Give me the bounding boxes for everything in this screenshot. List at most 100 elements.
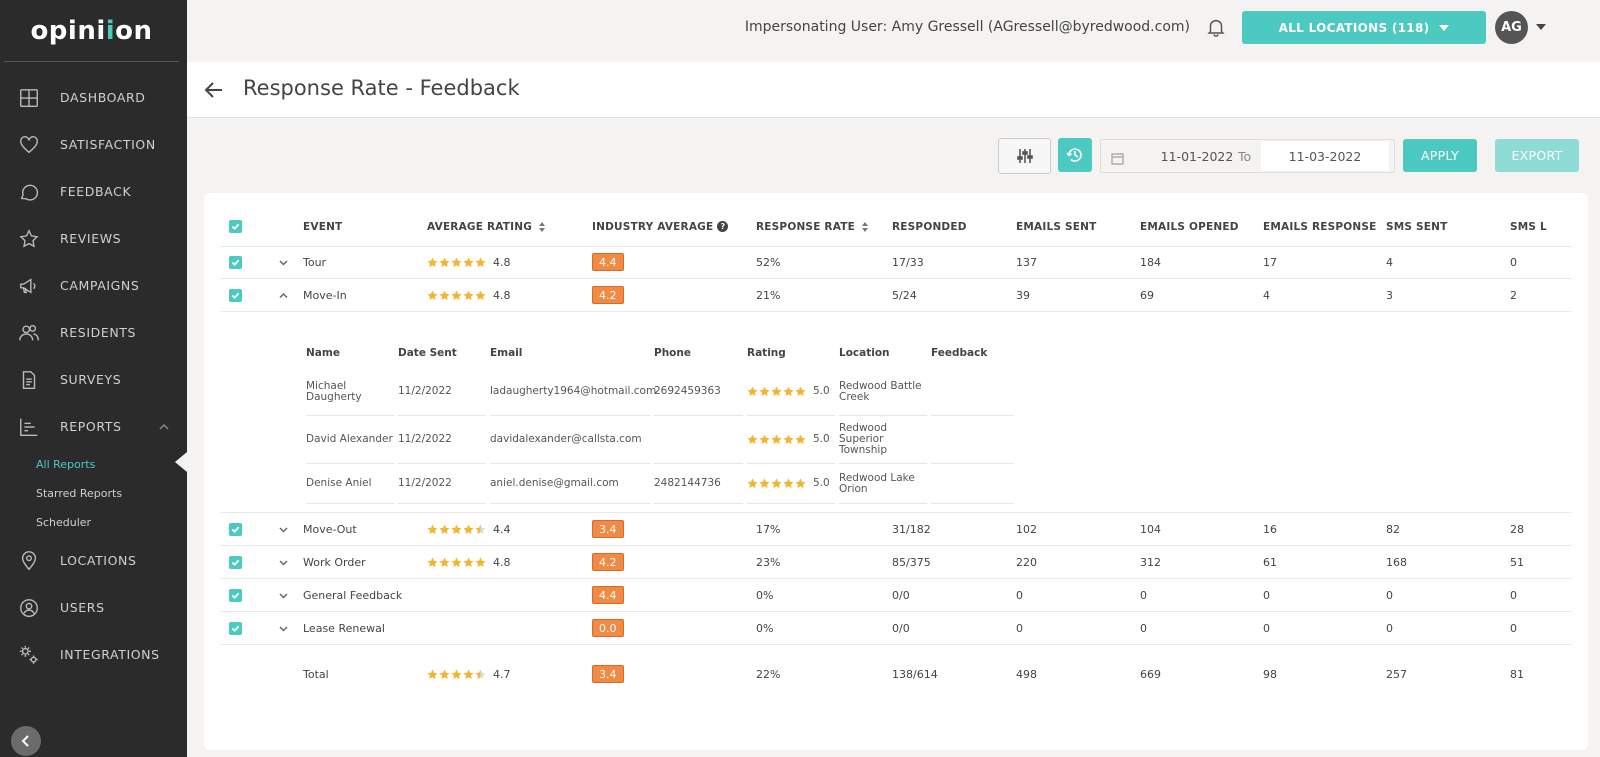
- history-button[interactable]: [1058, 138, 1092, 172]
- sidebar-item-label: REVIEWS: [60, 231, 122, 246]
- detail-header-location: Location: [839, 346, 890, 359]
- cell-emails-opened: 69: [1140, 288, 1154, 302]
- sidebar-subitem-scheduler[interactable]: Scheduler: [0, 508, 187, 537]
- column-header-responded: RESPONDED: [892, 220, 967, 233]
- document-icon: [22, 370, 36, 389]
- cell-emails-sent: 498: [1016, 667, 1037, 681]
- sidebar-item-feedback[interactable]: FEEDBACK: [0, 168, 187, 215]
- table-header: EVENT AVERAGE RATING INDUSTRY AVERAGE? RESP…: [220, 207, 1572, 247]
- sidebar-item-users[interactable]: USERS: [0, 584, 187, 631]
- sidebar-item-label: FEEDBACK: [60, 184, 132, 199]
- table-row: Tour 4.8 4.4 52% 17/33 137 184 17 4 0: [220, 246, 1572, 279]
- sidebar-item-reviews[interactable]: REVIEWS: [0, 215, 187, 262]
- sidebar-item-integrations[interactable]: INTEGRATIONS: [0, 631, 187, 678]
- detail-cell-location: Redwood Lake Orion: [839, 471, 915, 495]
- cell-emails-opened: 0: [1140, 588, 1147, 602]
- date-to-input[interactable]: 11-03-2022: [1261, 141, 1389, 171]
- cell-rate: 17%: [756, 522, 781, 536]
- star-rating: 4.8: [427, 289, 511, 302]
- back-button[interactable]: [203, 79, 225, 101]
- cell-emails-response: 98: [1263, 667, 1277, 681]
- rating-value: 4.8: [493, 288, 511, 302]
- filter-button[interactable]: [998, 138, 1051, 174]
- bell-icon: [1207, 19, 1225, 37]
- all-locations-button[interactable]: ALL LOCATIONS (118): [1242, 11, 1486, 44]
- cell-emails-sent: 39: [1016, 288, 1030, 302]
- column-header-avg-rating: AVERAGE RATING: [427, 207, 546, 246]
- star-rating: 5.0: [747, 386, 830, 397]
- sort-icon[interactable]: [861, 221, 869, 233]
- row-checkbox[interactable]: [229, 522, 242, 536]
- cell-event: Work Order: [303, 555, 366, 569]
- column-header-emails-sent: EMAILS SENT: [1016, 220, 1097, 233]
- rating-value: 5.0: [813, 385, 830, 397]
- sidebar-item-surveys[interactable]: SURVEYS: [0, 356, 187, 403]
- sidebar-item-locations[interactable]: LOCATIONS: [0, 537, 187, 584]
- cell-event: Move-In: [303, 288, 347, 302]
- user-menu-caret-icon[interactable]: [1536, 24, 1546, 30]
- info-icon[interactable]: ?: [717, 221, 729, 232]
- sidebar-item-label: DASHBOARD: [60, 90, 146, 105]
- detail-row: Denise Aniel 11/2/2022 aniel.denise@gmail.…: [306, 464, 1018, 504]
- row-checkbox[interactable]: [229, 555, 242, 569]
- row-checkbox[interactable]: [229, 588, 242, 602]
- detail-header-name: Name: [306, 346, 340, 359]
- cell-sms-l: 0: [1510, 621, 1517, 635]
- cell-sms-sent: 82: [1386, 522, 1400, 536]
- star-rating: 5.0: [747, 478, 830, 489]
- cell-emails-opened: 184: [1140, 255, 1161, 269]
- chevron-up-icon[interactable]: [278, 290, 289, 301]
- date-to-label: To: [1238, 149, 1252, 164]
- sidebar-subitem-starred-reports[interactable]: Starred Reports: [0, 479, 187, 508]
- notifications-button[interactable]: [1205, 16, 1227, 38]
- column-header-sms-sent: SMS SENT: [1386, 220, 1448, 233]
- cell-event: Total: [303, 667, 329, 681]
- cell-sms-l: 2: [1510, 288, 1517, 302]
- export-button[interactable]: EXPORT: [1495, 139, 1579, 172]
- sidebar-item-residents[interactable]: RESIDENTS: [0, 309, 187, 356]
- row-checkbox[interactable]: [229, 255, 242, 269]
- cell-rate: 0%: [756, 588, 774, 602]
- cell-sms-sent: 0: [1386, 588, 1393, 602]
- row-checkbox[interactable]: [229, 288, 242, 302]
- sort-icon[interactable]: [538, 221, 546, 233]
- date-range-picker: 11-01-2022 To 11-03-2022: [1100, 139, 1395, 173]
- chevron-down-icon[interactable]: [278, 524, 289, 535]
- chevron-down-icon[interactable]: [278, 623, 289, 634]
- sidebar-collapse-button[interactable]: [11, 726, 41, 756]
- sidebar-item-dashboard[interactable]: DASHBOARD: [0, 74, 187, 121]
- cell-responded: 138/614: [892, 667, 938, 681]
- sidebar-subitem-all-reports[interactable]: All Reports: [0, 450, 187, 479]
- cell-event: Lease Renewal: [303, 621, 385, 635]
- detail-header-date-sent: Date Sent: [398, 346, 457, 359]
- detail-cell-email: ladaugherty1964@hotmail.com: [490, 385, 657, 397]
- industry-average-badge: 3.4: [592, 665, 624, 683]
- star-rating: 4.8: [427, 256, 511, 269]
- user-circle-icon: [20, 598, 38, 617]
- industry-average-badge: 4.2: [592, 553, 624, 571]
- cell-emails-sent: 0: [1016, 621, 1023, 635]
- row-checkbox[interactable]: [229, 621, 242, 635]
- arrow-left-icon: [204, 82, 222, 98]
- sidebar-item-satisfaction[interactable]: SATISFACTION: [0, 121, 187, 168]
- sidebar-item-label: USERS: [60, 600, 105, 615]
- cell-emails-sent: 220: [1016, 555, 1037, 569]
- cell-emails-response: 4: [1263, 288, 1270, 302]
- apply-button[interactable]: APPLY: [1403, 139, 1477, 172]
- select-all-checkbox[interactable]: [229, 220, 242, 233]
- sidebar-item-campaigns[interactable]: CAMPAIGNS: [0, 262, 187, 309]
- sidebar-item-reports[interactable]: REPORTS: [0, 403, 187, 450]
- logo[interactable]: opiniion: [4, 0, 179, 62]
- chevron-up-icon[interactable]: [159, 422, 169, 432]
- chevron-down-icon[interactable]: [278, 257, 289, 268]
- cell-responded: 17/33: [892, 255, 924, 269]
- industry-average-badge: 0.0: [592, 619, 624, 637]
- chevron-down-icon[interactable]: [278, 557, 289, 568]
- star-rating: 5.0: [747, 434, 830, 445]
- avatar[interactable]: AG: [1495, 11, 1528, 44]
- report-card: EVENT AVERAGE RATING INDUSTRY AVERAGE? RESP…: [204, 193, 1588, 750]
- cell-sms-l: 0: [1510, 588, 1517, 602]
- cell-emails-sent: 102: [1016, 522, 1037, 536]
- chevron-down-icon[interactable]: [278, 590, 289, 601]
- cell-emails-response: 16: [1263, 522, 1277, 536]
